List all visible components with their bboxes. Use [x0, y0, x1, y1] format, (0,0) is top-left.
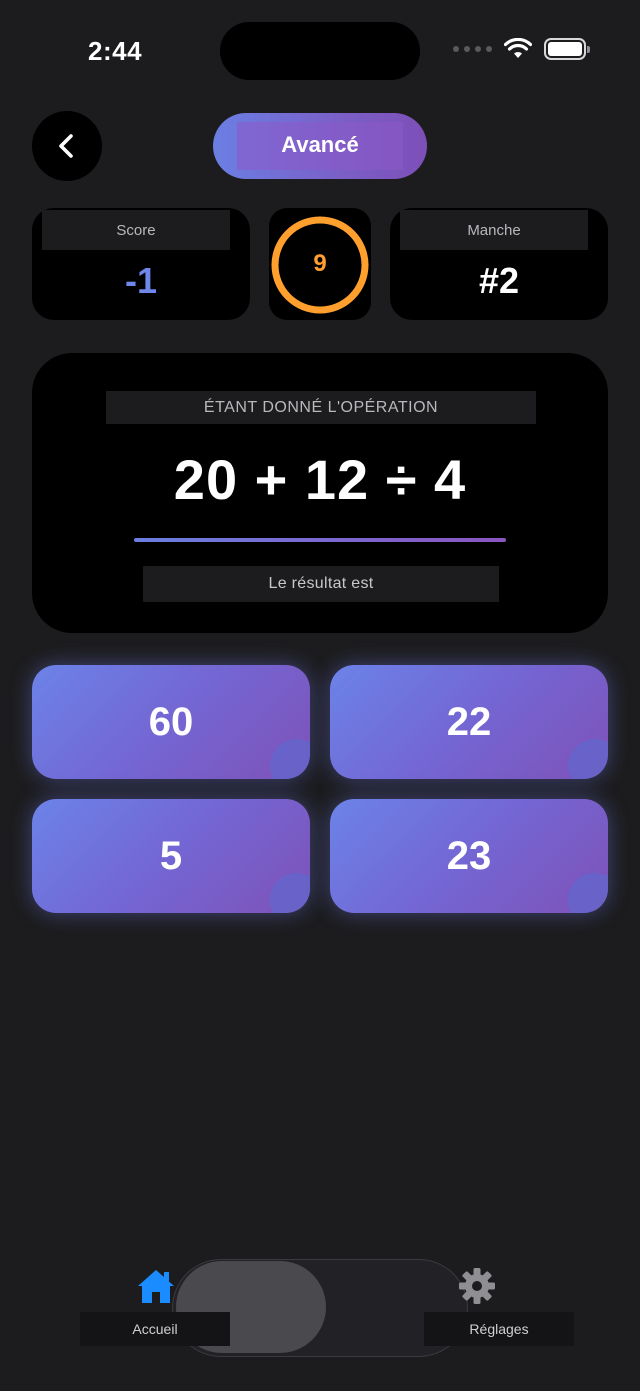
divider: [134, 538, 506, 542]
difficulty-label: Avancé: [237, 122, 403, 170]
chevron-left-icon: [59, 134, 73, 158]
answer-button-2[interactable]: 22: [330, 665, 608, 779]
timer-value: 9: [313, 250, 327, 277]
question-prompt: Le résultat est: [143, 566, 499, 602]
back-button[interactable]: [32, 111, 102, 181]
decorative-blob: [568, 873, 608, 913]
question-card: ÉTANT DONNÉ L'OPÉRATION 20 + 12 ÷ 4 Le r…: [32, 353, 608, 633]
difficulty-badge: Avancé: [213, 113, 427, 179]
status-indicators: [453, 38, 590, 60]
answer-value: 60: [148, 699, 194, 744]
question-label: ÉTANT DONNÉ L'OPÉRATION: [106, 391, 536, 424]
question-expression: 20 + 12 ÷ 4: [173, 448, 467, 511]
battery-icon: [544, 38, 590, 60]
round-card: Manche #2: [390, 208, 608, 320]
tab-settings[interactable]: [458, 1267, 496, 1310]
tab-home[interactable]: [136, 1267, 176, 1310]
round-value: #2: [478, 260, 520, 301]
round-label: Manche: [400, 210, 588, 250]
decorative-blob: [270, 873, 310, 913]
answer-button-1[interactable]: 60: [32, 665, 310, 779]
decorative-blob: [270, 739, 310, 779]
game-screen: 2:44 Avancé Score -1 9 Manche #2 ÉTANT D…: [0, 0, 640, 1391]
answer-value: 22: [446, 699, 492, 744]
tab-home-label[interactable]: Accueil: [80, 1312, 230, 1346]
score-label: Score: [42, 210, 230, 250]
wifi-icon: [504, 38, 532, 58]
decorative-blob: [568, 739, 608, 779]
answer-value: 5: [159, 833, 183, 878]
dynamic-island: [220, 22, 420, 80]
score-value: -1: [124, 260, 157, 301]
answer-button-4[interactable]: 23: [330, 799, 608, 913]
home-icon: [138, 1270, 174, 1303]
timer-card: 9: [269, 208, 371, 320]
answer-value: 23: [446, 833, 492, 878]
status-time: 2:44: [88, 36, 143, 66]
signal-icon: [453, 46, 492, 52]
tab-settings-label[interactable]: Réglages: [424, 1312, 574, 1346]
score-card: Score -1: [32, 208, 250, 320]
gear-icon: [459, 1268, 495, 1304]
answer-button-3[interactable]: 5: [32, 799, 310, 913]
